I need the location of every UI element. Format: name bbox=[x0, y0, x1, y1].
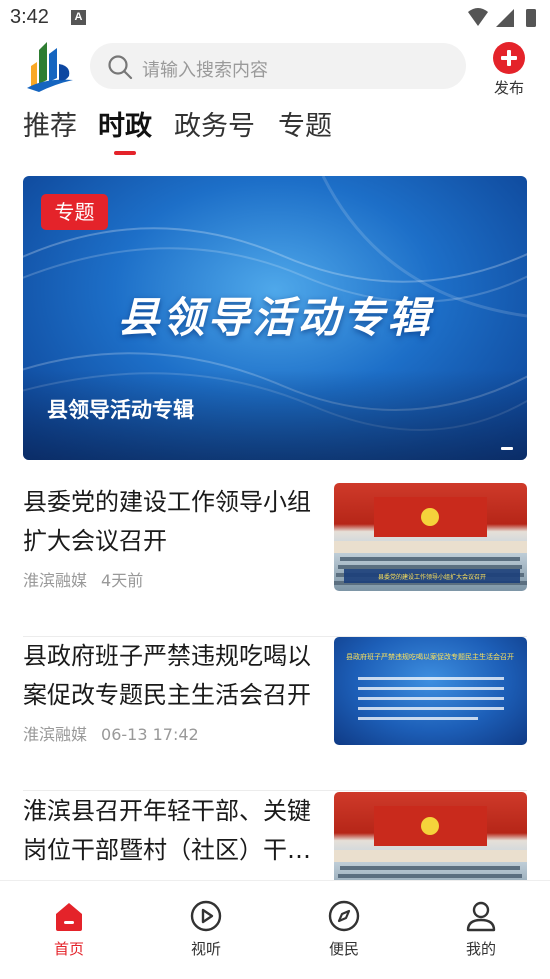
signal-battery-icons bbox=[468, 8, 536, 27]
status-bar: 3:42 A bbox=[0, 0, 550, 36]
nav-media[interactable]: 视听 bbox=[151, 881, 261, 961]
carousel-indicator bbox=[501, 447, 513, 450]
news-item[interactable]: 县政府班子严禁违规吃喝以案促改专题民主生活会召开 淮滨融媒 06-13 17:42… bbox=[23, 637, 527, 791]
news-source: 淮滨融媒 bbox=[23, 571, 88, 590]
compass-icon bbox=[328, 900, 360, 932]
play-icon bbox=[190, 900, 222, 932]
news-source: 淮滨融媒 bbox=[23, 725, 88, 744]
cell-signal-icon bbox=[496, 9, 514, 27]
home-icon bbox=[56, 903, 82, 931]
publish-label: 发布 bbox=[493, 79, 524, 97]
news-thumbnail: 县委党的建设工作领导小组扩大会议召开 bbox=[334, 483, 527, 591]
nav-label: 视听 bbox=[190, 940, 221, 958]
plus-icon bbox=[493, 42, 525, 74]
thumbnail-caption: 县委党的建设工作领导小组扩大会议召开 bbox=[378, 573, 486, 581]
news-time: 4天前 bbox=[101, 571, 144, 590]
news-item[interactable]: 县委党的建设工作领导小组扩大会议召开 淮滨融媒 4天前 县委党的建设工作领导小组扩… bbox=[23, 483, 527, 637]
search-icon bbox=[108, 55, 133, 80]
search-input[interactable]: 请输入搜索内容 bbox=[142, 56, 268, 82]
tab-recommend[interactable]: 推荐 bbox=[23, 104, 77, 143]
news-thumbnail: 县政府班子严禁违规吃喝以案促改专题民主生活会召开 bbox=[334, 637, 527, 745]
topic-badge: 专题 bbox=[41, 194, 108, 230]
news-meta: 淮滨融媒 4天前 bbox=[23, 567, 143, 591]
tab-government-accounts[interactable]: 政务号 bbox=[174, 104, 255, 143]
notification-icon: A bbox=[71, 10, 86, 25]
news-time: 06-13 17:42 bbox=[101, 725, 199, 744]
tab-topics[interactable]: 专题 bbox=[278, 104, 332, 143]
news-title: 县政府班子严禁违规吃喝以案促改专题民主生活会召开 bbox=[23, 642, 311, 709]
news-title: 淮滨县召开年轻干部、关键岗位干部暨村（社区）干部警示教育大会 bbox=[23, 797, 311, 864]
search-bar[interactable]: 请输入搜索内容 bbox=[90, 43, 466, 89]
banner-caption: 县领导活动专辑 bbox=[47, 398, 194, 422]
category-tabs: 推荐 时政 政务号 专题 bbox=[0, 100, 550, 160]
app-logo-icon[interactable] bbox=[25, 40, 75, 94]
tab-politics[interactable]: 时政 bbox=[98, 104, 152, 143]
user-icon bbox=[466, 901, 496, 932]
nav-profile[interactable]: 我的 bbox=[426, 881, 536, 961]
nav-label: 我的 bbox=[465, 940, 496, 958]
thumbnail-caption: 县政府班子严禁违规吃喝以案促改专题民主生活会召开 bbox=[346, 652, 514, 661]
news-meta: 淮滨融媒 06-13 17:42 bbox=[23, 721, 199, 745]
header: 请输入搜索内容 发布 bbox=[0, 36, 550, 97]
banner-art-title: 县领导活动专辑 bbox=[117, 293, 433, 342]
battery-icon bbox=[526, 9, 536, 27]
nav-services[interactable]: 便民 bbox=[289, 881, 399, 961]
status-time: 3:42 bbox=[10, 6, 49, 28]
publish-button[interactable]: 发布 bbox=[488, 40, 530, 97]
news-title: 县委党的建设工作领导小组扩大会议召开 bbox=[23, 488, 311, 555]
nav-home[interactable]: 首页 bbox=[14, 881, 124, 961]
active-tab-indicator bbox=[114, 151, 136, 155]
nav-label: 首页 bbox=[53, 940, 84, 958]
nav-label: 便民 bbox=[328, 940, 359, 958]
wifi-icon bbox=[468, 8, 488, 26]
featured-banner[interactable]: 专题 县领导活动专辑 县领导活动专辑 bbox=[23, 176, 527, 460]
bottom-navigation: 首页 视听 便民 我的 bbox=[0, 880, 550, 979]
